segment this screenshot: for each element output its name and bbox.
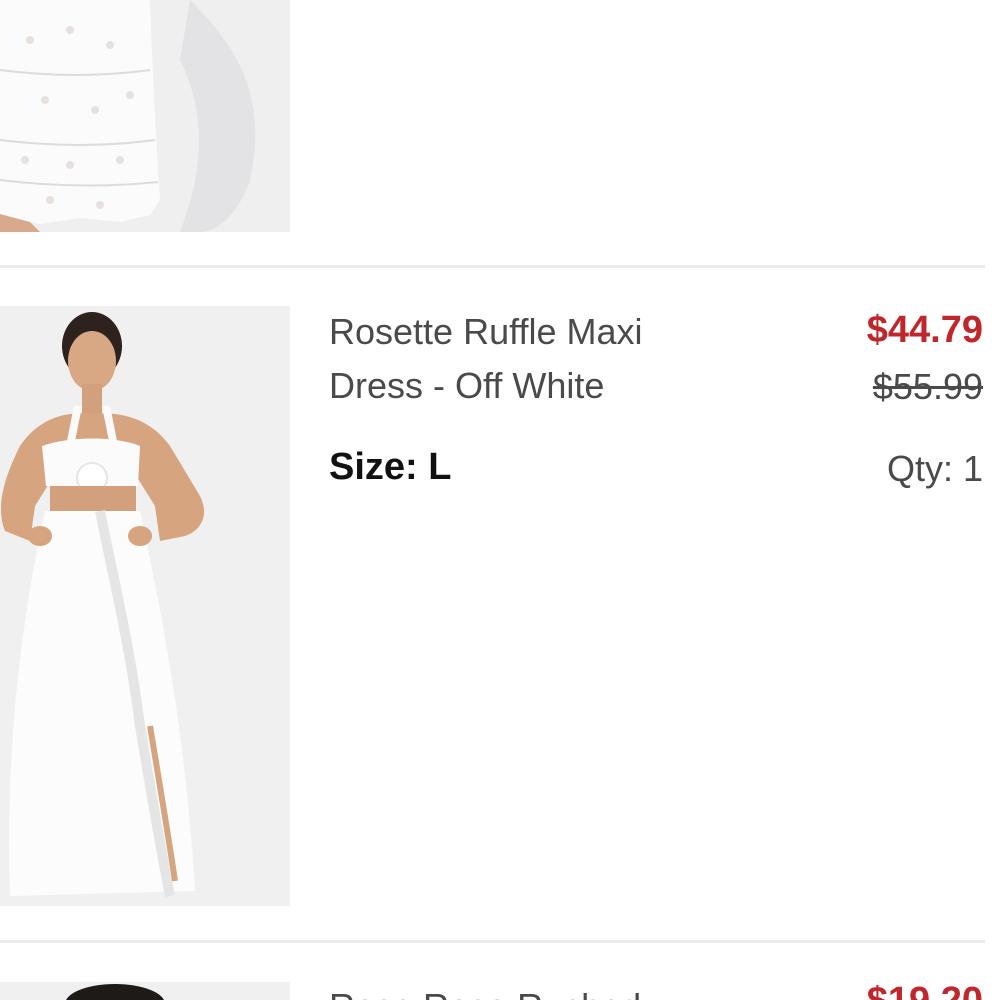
item-divider bbox=[0, 265, 985, 268]
product-name-line: Dress - Off White bbox=[329, 365, 605, 406]
next-product-image bbox=[0, 982, 290, 1000]
lace-dress-image bbox=[0, 0, 290, 232]
item-divider bbox=[0, 940, 985, 943]
product-name-line: Rosa Rosa Ruched bbox=[329, 980, 749, 1000]
product-name-line: Rosette Ruffle Maxi bbox=[329, 311, 643, 352]
product-image[interactable] bbox=[0, 982, 290, 1000]
product-image[interactable] bbox=[0, 0, 290, 232]
cart-item bbox=[0, 0, 1000, 232]
sale-price: $19.20 bbox=[867, 980, 983, 1000]
quantity-label[interactable]: Qty: 1 bbox=[887, 448, 983, 490]
product-name[interactable]: Rosa Rosa Ruched bbox=[329, 980, 749, 1000]
product-name[interactable]: Rosette Ruffle Maxi Dress - Off White bbox=[329, 305, 749, 413]
cart-page: Rosette Ruffle Maxi Dress - Off White $4… bbox=[0, 0, 1000, 1000]
rosette-dress-image bbox=[0, 306, 290, 906]
sale-price: $44.79 bbox=[866, 309, 983, 351]
product-image[interactable] bbox=[0, 306, 290, 906]
original-price: $55.99 bbox=[872, 366, 983, 407]
size-label: Size: L bbox=[329, 446, 452, 488]
